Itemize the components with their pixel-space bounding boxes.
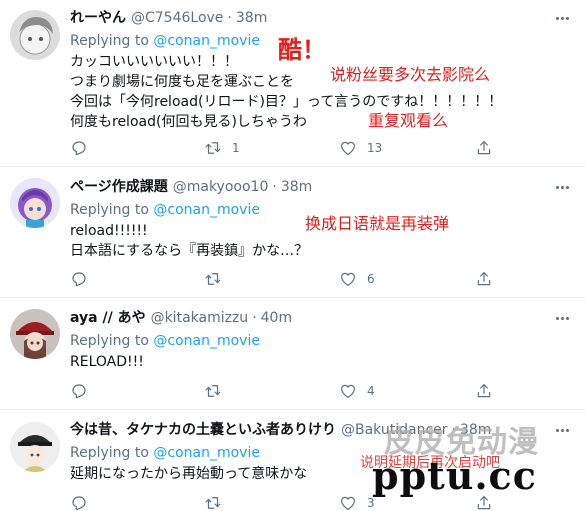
reply-button[interactable] <box>70 491 98 511</box>
share-button[interactable] <box>475 267 493 291</box>
like-button[interactable]: 13 <box>339 136 382 160</box>
timestamp[interactable]: 38m <box>236 8 267 28</box>
user-handle[interactable]: @makyooo10 <box>173 177 269 197</box>
display-name[interactable]: ページ作成課題 <box>70 177 168 197</box>
replying-to: Replying to @conan_movie <box>70 31 260 51</box>
like-button[interactable]: 4 <box>339 379 375 403</box>
reply-icon <box>72 272 86 287</box>
share-button[interactable] <box>475 136 493 160</box>
tweet-text: reload!!!!!! 日本語にするなら『再装鎮』かな…？ <box>70 221 308 261</box>
avatar[interactable] <box>10 309 60 359</box>
like-icon <box>341 272 355 286</box>
like-button[interactable]: 3 <box>339 491 375 511</box>
tweet-line: RELOAD!!! <box>70 354 144 370</box>
mention-link[interactable]: @conan_movie <box>153 445 260 461</box>
tweet-text: 延期になったから再始動って意味かな <box>70 464 307 484</box>
separator-dot: · <box>227 10 232 26</box>
mention-link[interactable]: @conan_movie <box>153 333 260 349</box>
reply-icon <box>72 384 86 399</box>
like-icon <box>341 141 355 155</box>
share-button[interactable] <box>475 379 493 403</box>
watermark-site-url: pptu.cc <box>372 453 537 498</box>
reply-button[interactable] <box>70 267 98 291</box>
tweet-line: reload!!!!!! <box>70 223 148 239</box>
tweet-line: 延期になったから再始動って意味かな <box>70 466 308 482</box>
avatar[interactable] <box>10 422 60 472</box>
tweet[interactable]: aya // あや @kitakamizzu · 40m Replying to… <box>0 298 585 410</box>
display-name[interactable]: 今は昔、タケナカの土嚢といふ者ありけり <box>70 420 336 440</box>
mention-link[interactable]: @conan_movie <box>153 202 260 218</box>
display-name[interactable]: れーやん <box>70 8 126 28</box>
replying-prefix: Replying to <box>70 33 154 49</box>
timestamp[interactable]: 40m <box>261 308 292 328</box>
tweet-text: RELOAD!!! <box>70 352 144 372</box>
more-icon[interactable] <box>553 421 571 439</box>
retweet-button[interactable] <box>204 267 232 291</box>
more-icon[interactable] <box>553 9 571 27</box>
replying-prefix: Replying to <box>70 333 154 349</box>
tweet-line: 日本語にするなら『再装鎮』かな…？ <box>70 243 309 259</box>
tweet-line: 何度もreload(何回も見る)しちゃうわ <box>70 114 307 130</box>
tweet-actions: 4 <box>62 379 502 403</box>
share-icon <box>477 272 491 286</box>
reply-icon <box>72 496 86 511</box>
more-icon[interactable] <box>553 178 571 196</box>
separator-dot: · <box>252 310 257 326</box>
tweet[interactable]: ページ作成課題 @makyooo10 · 38m Replying to @co… <box>0 167 585 298</box>
like-count: 13 <box>367 141 383 155</box>
tweet-line: つまり劇場に何度も足を運ぶことを <box>70 74 294 90</box>
timestamp[interactable]: 38m <box>281 177 312 197</box>
replying-to: Replying to @conan_movie <box>70 331 260 351</box>
separator-dot: · <box>272 179 277 195</box>
reply-icon <box>72 141 86 156</box>
retweet-icon <box>205 142 221 154</box>
like-icon <box>341 384 355 398</box>
share-icon <box>477 141 491 155</box>
avatar[interactable] <box>10 10 60 60</box>
retweet-icon <box>205 497 221 509</box>
retweet-icon <box>205 273 221 285</box>
tweet-header: れーやん @C7546Love · 38m <box>70 8 267 28</box>
reply-feed: れーやん @C7546Love · 38m Replying to @conan… <box>0 0 585 511</box>
like-icon <box>341 496 355 510</box>
mention-link[interactable]: @conan_movie <box>153 33 260 49</box>
tweet-header: aya // あや @kitakamizzu · 40m <box>70 308 292 328</box>
avatar[interactable] <box>10 178 60 228</box>
tweet[interactable]: れーやん @C7546Love · 38m Replying to @conan… <box>0 0 585 167</box>
tweet-line: カッコいいいいいい！！！ <box>70 54 238 70</box>
user-handle[interactable]: @kitakamizzu <box>151 308 249 328</box>
user-handle[interactable]: @C7546Love <box>131 8 223 28</box>
retweet-button[interactable] <box>204 491 232 511</box>
reply-button[interactable] <box>70 379 98 403</box>
replying-to: Replying to @conan_movie <box>70 443 260 463</box>
replying-to: Replying to @conan_movie <box>70 200 260 220</box>
replying-prefix: Replying to <box>70 445 154 461</box>
like-count: 4 <box>367 384 375 398</box>
retweet-count: 1 <box>232 141 240 155</box>
reply-button[interactable] <box>70 136 98 160</box>
share-icon <box>477 384 491 398</box>
replying-prefix: Replying to <box>70 202 154 218</box>
tweet-actions: 6 <box>62 267 502 291</box>
like-count: 6 <box>367 272 375 286</box>
retweet-icon <box>205 385 221 397</box>
tweet-text: カッコいいいいいい！！！ つまり劇場に何度も足を運ぶことを 今回は「今何relo… <box>70 52 502 132</box>
tweet-line: 今回は「今何reload(リロード)目？」って言うのですね！！！！！！ <box>70 94 503 110</box>
tweet-header: ページ作成課題 @makyooo10 · 38m <box>70 177 312 197</box>
more-icon[interactable] <box>553 309 571 327</box>
display-name[interactable]: aya // あや <box>70 308 146 328</box>
like-button[interactable]: 6 <box>339 267 375 291</box>
tweet-actions: 1 13 <box>62 136 502 160</box>
retweet-button[interactable]: 1 <box>204 136 240 160</box>
retweet-button[interactable] <box>204 379 232 403</box>
like-count: 3 <box>367 496 375 510</box>
